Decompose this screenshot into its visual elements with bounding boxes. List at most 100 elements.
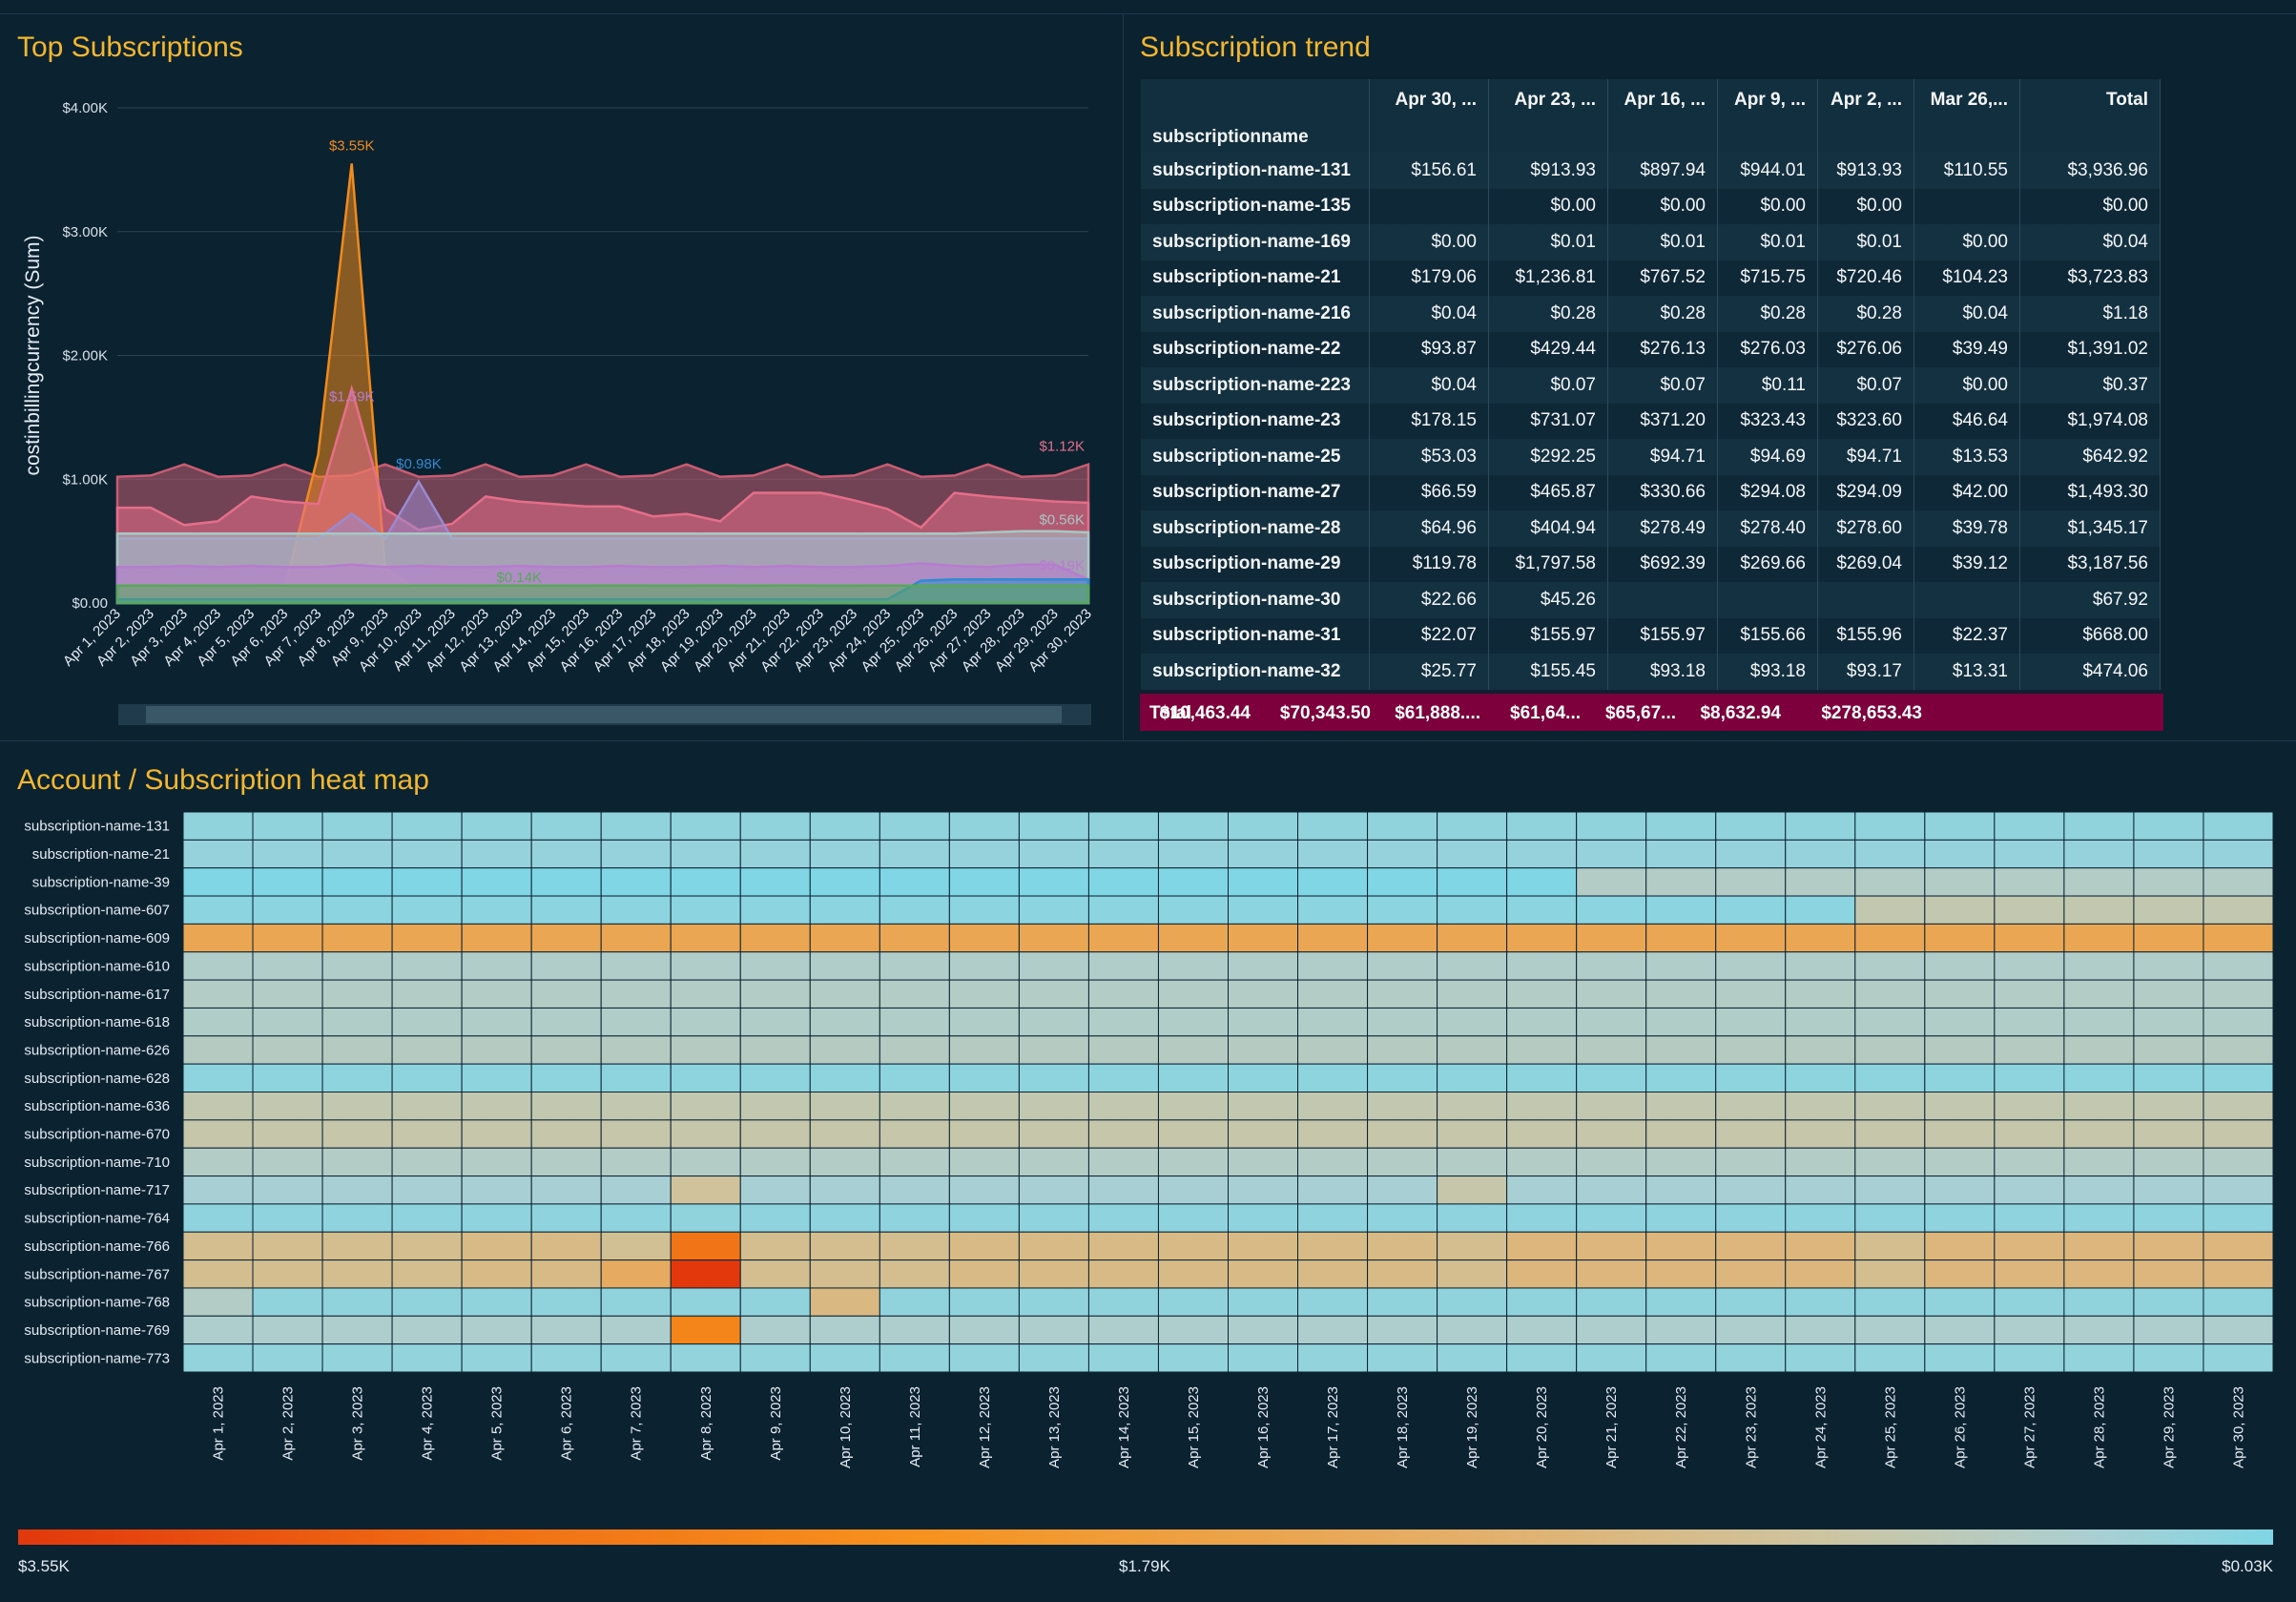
heat-cell[interactable] [670,1343,741,1373]
heat-cell[interactable] [1994,867,2065,897]
heat-cell[interactable] [600,979,672,1009]
heat-cell[interactable] [1715,1231,1787,1261]
heat-cell[interactable] [1785,1147,1856,1177]
heat-cell[interactable] [1924,811,1996,841]
heat-cell[interactable] [1228,839,1299,869]
heat-cell[interactable] [1994,1035,2065,1065]
heat-cell[interactable] [1297,1092,1369,1121]
row-field-header[interactable]: subscriptionname [1141,121,1370,153]
heat-cell[interactable] [1854,1203,1926,1233]
heat-cell[interactable] [1087,1007,1159,1037]
heat-cell[interactable] [461,1092,532,1121]
heat-cell[interactable] [879,811,950,841]
heat-cell[interactable] [252,867,323,897]
heat-cell[interactable] [739,1007,811,1037]
heat-cell[interactable] [948,1092,1020,1121]
heat-cell[interactable] [2063,1119,2135,1149]
heat-cell[interactable] [530,811,602,841]
area-series-8[interactable] [115,584,1090,605]
heat-cell[interactable] [182,1287,254,1317]
heat-cell[interactable] [1018,1315,1089,1345]
heat-cell[interactable] [252,1287,323,1317]
heat-cell[interactable] [321,1343,393,1373]
heat-cell[interactable] [1715,1063,1787,1092]
heat-cell[interactable] [809,867,880,897]
heat-cell[interactable] [2063,867,2135,897]
heat-cell[interactable] [1297,1119,1369,1149]
heat-cell[interactable] [182,1259,254,1289]
heat-cell[interactable] [1506,1343,1578,1373]
heat-cell[interactable] [461,1259,532,1289]
heat-cell[interactable] [1785,1315,1856,1345]
heat-cell[interactable] [670,923,741,953]
heat-cell[interactable] [739,1203,811,1233]
heat-cell[interactable] [1157,1119,1229,1149]
heat-cell[interactable] [2063,1203,2135,1233]
heat-cell[interactable] [1785,1259,1856,1289]
heat-cell[interactable] [1924,1175,1996,1205]
heat-cell[interactable] [948,1259,1020,1289]
heat-cell[interactable] [879,979,950,1009]
heat-cell[interactable] [1506,1035,1578,1065]
heat-cell[interactable] [1437,1147,1508,1177]
heat-cell[interactable] [1854,867,1926,897]
heat-cell[interactable] [321,923,393,953]
column-header[interactable]: Mar 26,... [1913,79,2020,121]
heat-cell[interactable] [1087,1259,1159,1289]
heat-cell[interactable] [530,1119,602,1149]
heat-cell[interactable] [1576,951,1647,981]
heat-cell[interactable] [948,1175,1020,1205]
heat-cell[interactable] [1367,1119,1438,1149]
heat-cell[interactable] [1715,1287,1787,1317]
heat-cell[interactable] [670,1063,741,1092]
heat-cell[interactable] [1576,1287,1647,1317]
heat-cell[interactable] [1297,1259,1369,1289]
heat-cell[interactable] [1576,1315,1647,1345]
heat-cell[interactable] [1645,867,1717,897]
heat-cell[interactable] [1715,979,1787,1009]
heat-cell[interactable] [1297,1007,1369,1037]
heat-cell[interactable] [739,1343,811,1373]
heat-cell[interactable] [1715,1259,1787,1289]
heat-cell[interactable] [948,1315,1020,1345]
heat-cell[interactable] [879,1231,950,1261]
heat-cell[interactable] [1367,951,1438,981]
heat-cell[interactable] [600,811,672,841]
heat-cell[interactable] [182,979,254,1009]
heat-cell[interactable] [1157,811,1229,841]
heat-cell[interactable] [1924,1007,1996,1037]
heat-cell[interactable] [1854,951,1926,981]
heat-cell[interactable] [2133,1092,2204,1121]
heat-cell[interactable] [1645,1315,1717,1345]
heat-cell[interactable] [182,1343,254,1373]
heat-cell[interactable] [670,1119,741,1149]
heat-cell[interactable] [1715,895,1787,925]
heat-cell[interactable] [1018,1119,1089,1149]
table-row[interactable]: subscription-name-131 $156.61 $913.93 $897.… [1141,153,2161,189]
heat-cell[interactable] [739,1035,811,1065]
heat-cell[interactable] [809,1287,880,1317]
heat-cell[interactable] [1994,1315,2065,1345]
heat-cell[interactable] [1367,811,1438,841]
heat-cell[interactable] [1924,895,1996,925]
heat-cell[interactable] [1645,1231,1717,1261]
heat-cell[interactable] [739,951,811,981]
heat-cell[interactable] [321,1147,393,1177]
heat-cell[interactable] [1576,1259,1647,1289]
heat-cell[interactable] [1297,1175,1369,1205]
heat-cell[interactable] [1576,1063,1647,1092]
heat-cell[interactable] [1157,1147,1229,1177]
heat-cell[interactable] [391,1147,463,1177]
heat-cell[interactable] [2133,811,2204,841]
heat-cell[interactable] [879,1259,950,1289]
heat-cell[interactable] [182,1315,254,1345]
heat-cell[interactable] [1297,1231,1369,1261]
heat-cell[interactable] [670,1203,741,1233]
heat-cell[interactable] [879,1175,950,1205]
heat-cell[interactable] [2203,1287,2274,1317]
heat-cell[interactable] [1087,1175,1159,1205]
heat-cell[interactable] [1854,1315,1926,1345]
heat-cell[interactable] [1437,839,1508,869]
heat-cell[interactable] [1297,951,1369,981]
heat-cell[interactable] [1994,1259,2065,1289]
